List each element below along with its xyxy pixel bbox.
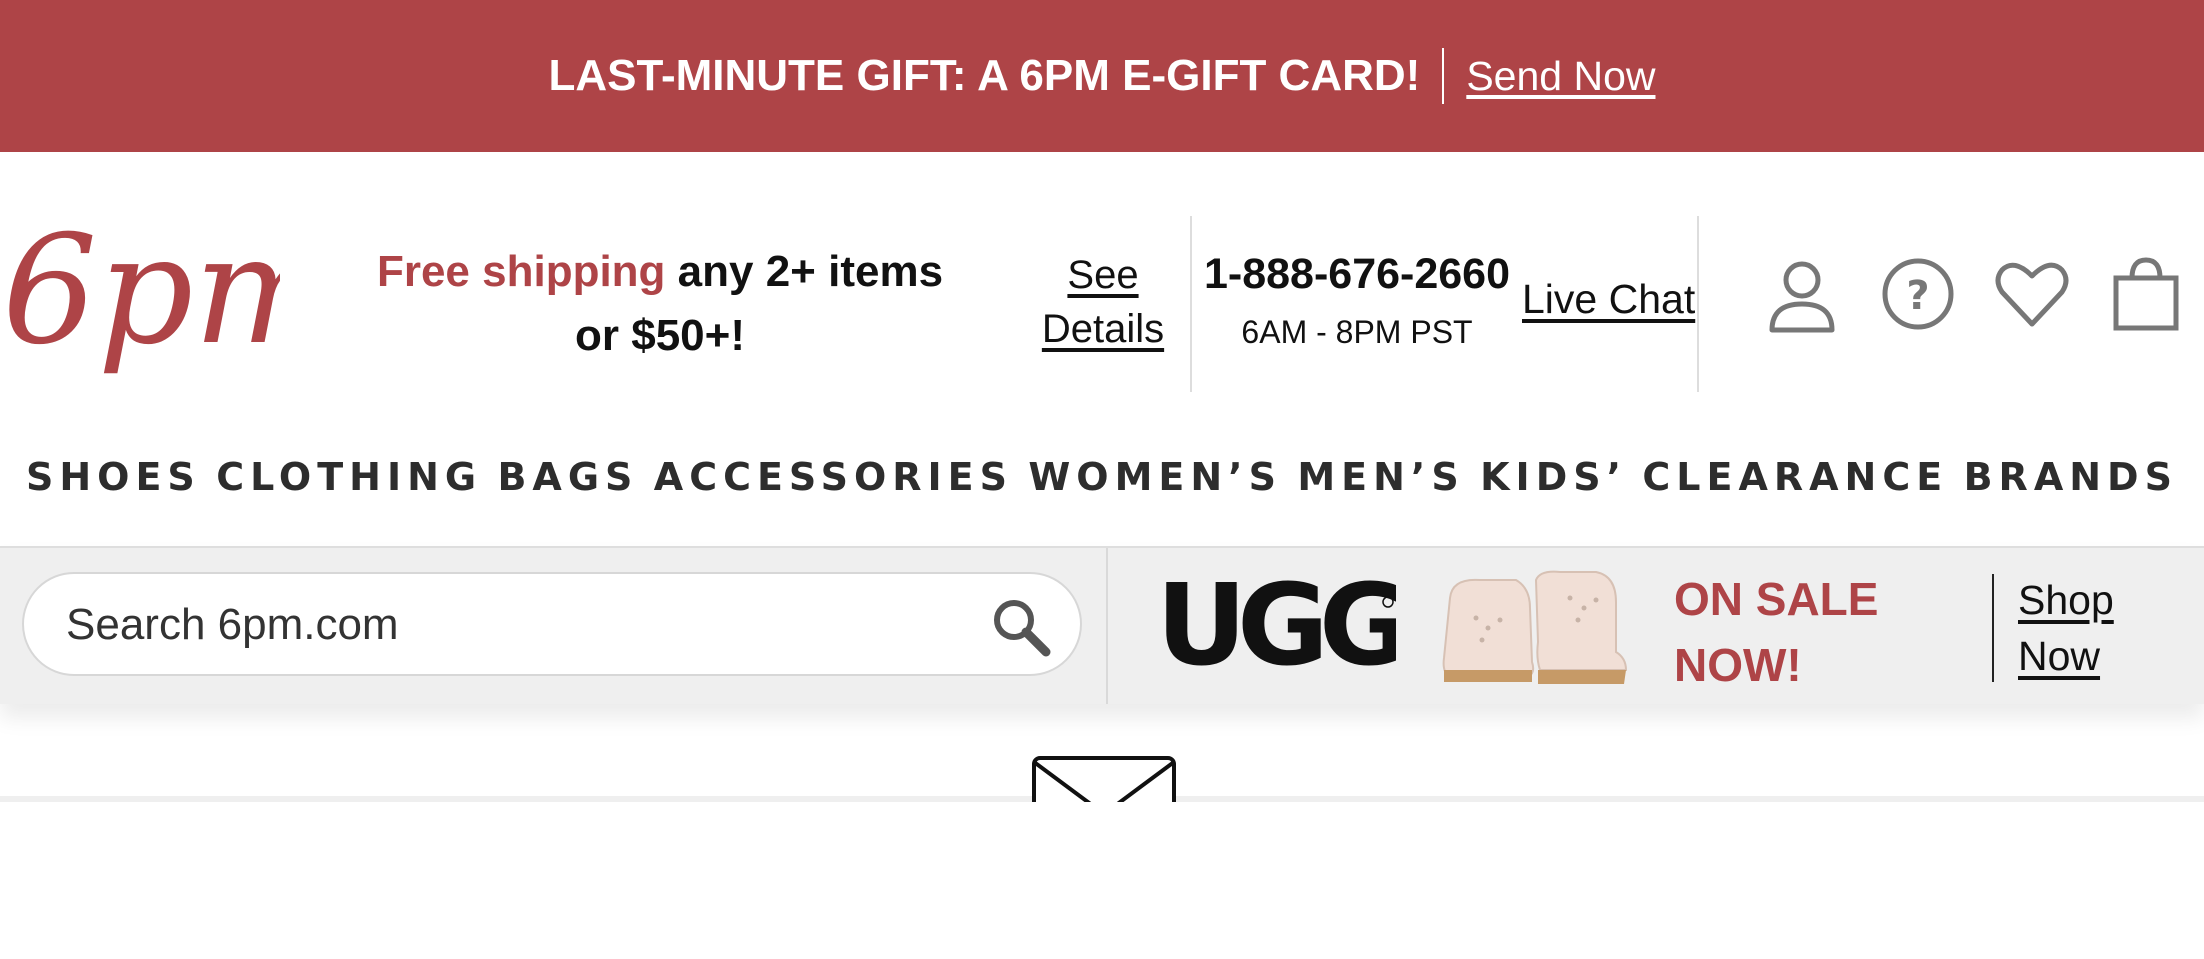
heart-icon[interactable] (1990, 252, 2074, 336)
nav-item-brands[interactable]: BRANDS (1964, 455, 2178, 499)
nav-item-shoes[interactable]: SHOES (26, 455, 201, 499)
ugg-logo[interactable]: UGG (1156, 568, 1396, 678)
nav-item-bags[interactable]: BAGS (497, 455, 638, 499)
header-divider (1190, 216, 1192, 392)
shipping-accent: Free shipping (376, 247, 666, 296)
ugg-logo-text: UGG (1156, 568, 1396, 678)
search-band: UGG ON SALE NOW! Shop Now (0, 546, 2204, 704)
nav-item-kids[interactable]: KIDS’ (1480, 455, 1627, 499)
svg-text:?: ? (1906, 273, 1929, 319)
on-sale-text: ON SALE NOW! (1674, 573, 1879, 691)
promo-banner: LAST-MINUTE GIFT: A 6PM E-GIFT CARD! Sen… (0, 0, 2204, 152)
phone-number[interactable]: 1-888-676-2660 (1196, 250, 1518, 299)
see-details-link[interactable]: See Details (1035, 248, 1171, 356)
send-now-link[interactable]: Send Now (1466, 53, 1655, 100)
search-box (22, 572, 1082, 676)
nav-item-womens[interactable]: WOMEN’S (1028, 455, 1282, 499)
promo-text: LAST-MINUTE GIFT: A 6PM E-GIFT CARD! (548, 51, 1421, 100)
account-icon[interactable] (1760, 252, 1844, 336)
support-hours: 6AM - 8PM PST (1241, 314, 1473, 350)
shipping-message: Free shipping any 2+ items or $50+! (350, 240, 970, 368)
band-divider (1106, 548, 1108, 704)
search-input[interactable] (64, 586, 968, 664)
nav-item-clearance[interactable]: CLEARANCE (1642, 455, 1948, 499)
site-header: 6pm Free shipping any 2+ items or $50+! … (0, 152, 2204, 422)
help-icon[interactable]: ? (1876, 252, 1960, 336)
main-nav: SHOES CLOTHING BAGS ACCESSORIES WOMEN’S … (0, 440, 2204, 514)
mail-icon[interactable] (1032, 756, 1176, 802)
logo-text: 6pm (2, 212, 280, 378)
live-chat-link[interactable]: Live Chat (1522, 276, 1695, 323)
promo-divider (1442, 48, 1445, 104)
nav-item-mens[interactable]: MEN’S (1297, 455, 1464, 499)
search-icon[interactable] (990, 596, 1052, 658)
bag-icon[interactable] (2104, 252, 2188, 336)
header-divider (1697, 216, 1699, 392)
logo[interactable]: 6pm (0, 212, 280, 392)
shop-now-link[interactable]: Shop Now (2018, 572, 2148, 684)
sale-divider (1992, 574, 1994, 682)
ugg-boot-image[interactable] (1440, 562, 1630, 692)
nav-item-accessories[interactable]: ACCESSORIES (654, 455, 1013, 499)
nav-item-clothing[interactable]: CLOTHING (216, 455, 482, 499)
